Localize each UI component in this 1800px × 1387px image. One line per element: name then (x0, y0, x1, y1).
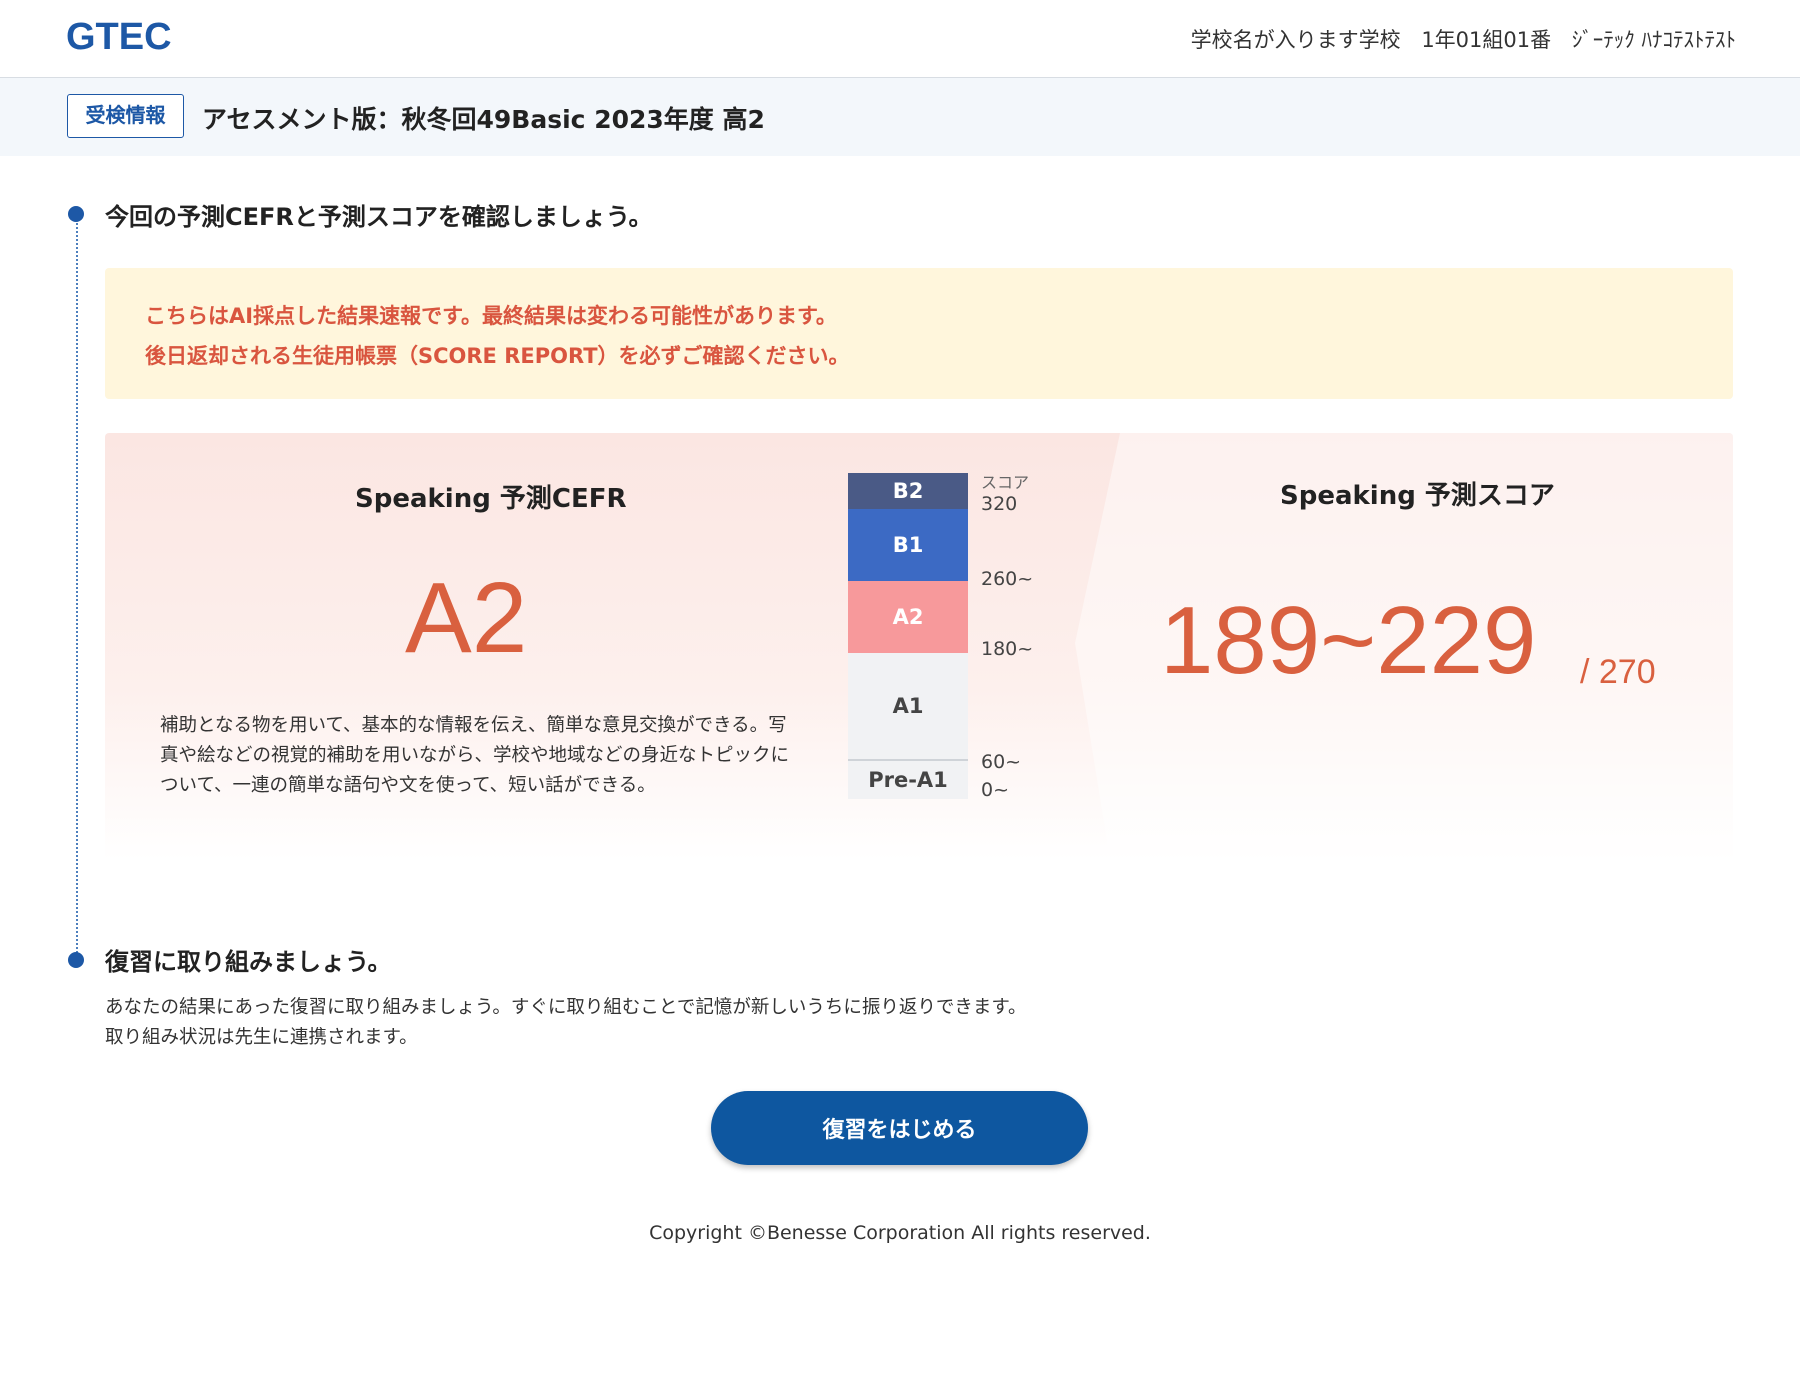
scale-band-a1: A1 (848, 653, 968, 759)
scale-band-label: B2 (892, 479, 924, 503)
timeline-dot (68, 952, 84, 968)
section-title-result: 今回の予測CEFRと予測スコアを確認しましょう。 (105, 203, 653, 231)
school-name: 学校名が入ります学校 (1190, 28, 1401, 52)
app-header: GTEC 学校名が入ります学校 1年01組01番 ｼﾞｰﾃｯｸ ﾊﾅｺﾃｽﾄﾃｽ… (0, 0, 1800, 78)
scale-band-b1: B1 (848, 509, 968, 581)
review-description: あなたの結果にあった復習に取り組みましょう。すぐに取り組むことで記憶が新しいうち… (105, 993, 1027, 1053)
exam-info-badge: 受検情報 (67, 94, 184, 138)
timeline-dot (68, 206, 84, 222)
scale-tick: 260~ (981, 568, 1034, 590)
score-value: 189~229 (1160, 587, 1537, 694)
start-review-button[interactable]: 復習をはじめる (711, 1091, 1088, 1165)
scale-tick: 60~ (981, 751, 1022, 773)
section-title-review: 復習に取り組みましょう。 (105, 948, 392, 976)
review-desc-line: 取り組み状況は先生に連携されます。 (105, 1027, 418, 1048)
cefr-title: Speaking 予測CEFR (355, 484, 627, 514)
review-desc-line: あなたの結果にあった復習に取り組みましょう。すぐに取り組むことで記憶が新しいうち… (105, 997, 1027, 1018)
scale-band-label: Pre-A1 (868, 768, 948, 792)
scale-band-label: A2 (892, 605, 924, 629)
copyright: Copyright ©Benesse Corporation All right… (649, 1222, 1151, 1244)
ai-notice-box: こちらはAI採点した結果速報です。最終結果は変わる可能性があります。 後日返却さ… (105, 268, 1733, 399)
gtec-logo[interactable]: GTEC (66, 16, 172, 59)
cefr-scale: スコア B2 B1 A2 A1 Pre-A1 320 260~ 180~ 60~… (848, 473, 1048, 813)
scale-band-label: B1 (892, 533, 924, 557)
scale-band-pre-a1: Pre-A1 (848, 761, 968, 799)
cefr-value: A2 (405, 562, 528, 674)
scale-band-b2: B2 (848, 473, 968, 509)
score-title: Speaking 予測スコア (1280, 481, 1555, 511)
cefr-description: 補助となる物を用いて、基本的な情報を伝え、簡単な意見交換ができる。写真や絵などの… (160, 715, 790, 796)
class-info: 1年01組01番 (1421, 28, 1552, 52)
timeline-line (76, 216, 78, 960)
scale-header: スコア (981, 473, 1030, 492)
scale-band-a2: A2 (848, 581, 968, 653)
scale-tick: 320 (981, 493, 1018, 515)
notice-line: 後日返却される生徒用帳票（SCORE REPORT）を必ずご確認ください。 (145, 344, 850, 368)
exam-info-bar: 受検情報 アセスメント版：秋冬回49Basic 2023年度 高2 (0, 78, 1800, 156)
scale-separator (848, 759, 968, 761)
user-info: 学校名が入ります学校 1年01組01番 ｼﾞｰﾃｯｸ ﾊﾅｺﾃｽﾄﾃｽﾄ (1177, 24, 1736, 54)
notice-line: こちらはAI採点した結果速報です。最終結果は変わる可能性があります。 (145, 304, 837, 328)
student-name: ｼﾞｰﾃｯｸ ﾊﾅｺﾃｽﾄﾃｽﾄ (1571, 28, 1736, 52)
scale-tick: 180~ (981, 638, 1034, 660)
score-max: / 270 (1580, 653, 1656, 691)
result-panel: Speaking 予測CEFR A2 補助となる物を用いて、基本的な情報を伝え、… (105, 433, 1733, 860)
scale-band-label: A1 (892, 694, 924, 718)
exam-title: アセスメント版：秋冬回49Basic 2023年度 高2 (202, 105, 765, 134)
scale-tick: 0~ (981, 779, 1010, 801)
